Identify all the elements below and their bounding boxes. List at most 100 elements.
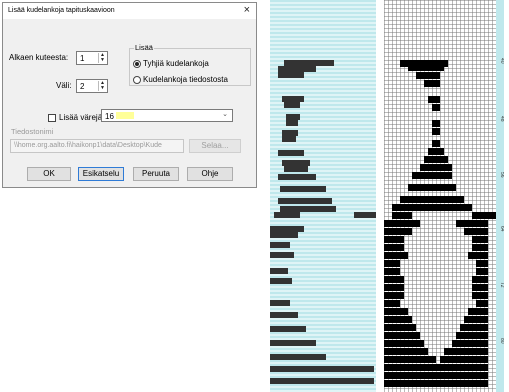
liftplan-row (384, 356, 436, 363)
weave-liftplan-right[interactable]: 40 48 56 64 72 80 (384, 0, 504, 392)
axis-tick-label: 80 (499, 338, 504, 344)
interval-value[interactable]: 2 (80, 82, 84, 91)
liftplan-row (416, 72, 440, 79)
liftplan-row (384, 236, 404, 243)
weft-pattern-bar (280, 186, 326, 192)
axis-tick-label: 40 (499, 58, 504, 64)
liftplan-row (384, 276, 404, 283)
weft-pattern-bar (282, 96, 304, 102)
liftplan-row (384, 372, 488, 379)
start-weft-value[interactable]: 1 (80, 54, 84, 63)
axis-tick-label: 72 (499, 282, 504, 288)
weft-pattern-bar (270, 252, 294, 258)
liftplan-row (480, 212, 496, 219)
dialog-titlebar: Lisää kudelankoja tapituskaavioon × (3, 3, 256, 19)
chevron-down-icon[interactable]: ⌄ (222, 110, 228, 118)
liftplan-row (432, 104, 440, 111)
weft-pattern-bar (270, 268, 288, 274)
weft-pattern-bar (282, 130, 298, 136)
weft-pattern-bar (284, 102, 300, 108)
add-colors-label[interactable]: Lisää värejä (59, 113, 102, 122)
liftplan-row (472, 292, 488, 299)
axis-tick-label: 48 (499, 116, 504, 122)
liftplan-row (420, 164, 452, 171)
liftplan-row (384, 348, 428, 355)
browse-button[interactable]: Selaa... (189, 139, 241, 153)
file-path-field[interactable]: \\home.org.aalto.fi\haikonp1\data\Deskto… (10, 139, 184, 153)
liftplan-row (384, 220, 420, 227)
weft-pattern-bar (282, 160, 310, 166)
add-colors-checkbox[interactable] (48, 114, 56, 122)
liftplan-row (392, 204, 472, 211)
liftplan-row (408, 184, 456, 191)
cancel-button[interactable]: Peruuta (133, 167, 179, 181)
radio-empty-wefts[interactable] (133, 60, 141, 68)
axis-tick-label: 64 (499, 226, 504, 232)
add-group-legend: Lisää (134, 43, 154, 52)
liftplan-row (472, 276, 488, 283)
weft-pattern-bar (278, 72, 304, 78)
radio-empty-wefts-label[interactable]: Tyhjiä kudelankoja (143, 59, 209, 68)
radio-wefts-from-file-label[interactable]: Kudelankoja tiedostosta (143, 75, 228, 84)
liftplan-row (472, 284, 488, 291)
weft-pattern-bar (274, 212, 300, 218)
start-weft-label: Alkaen kuteesta: (9, 53, 69, 62)
liftplan-row (472, 236, 488, 243)
liftplan-row (392, 212, 412, 219)
liftplan-row (384, 252, 408, 259)
liftplan-row (384, 284, 404, 291)
liftplan-row (468, 308, 488, 315)
liftplan-row (452, 340, 488, 347)
spin-down-icon[interactable]: ▼ (99, 86, 106, 91)
liftplan-row (384, 308, 408, 315)
liftplan-row (412, 172, 452, 179)
interval-label: Väli: (56, 81, 72, 90)
weft-pattern-bar (278, 150, 304, 156)
liftplan-row (384, 292, 404, 299)
weave-drawdown-left[interactable] (270, 0, 380, 392)
start-weft-spinner[interactable]: 1 ▲ ▼ (76, 51, 108, 65)
liftplan-row (432, 128, 440, 135)
ok-button[interactable]: OK (27, 167, 71, 181)
weft-pattern-bar (270, 378, 374, 384)
liftplan-row (460, 324, 488, 331)
weft-pattern-bar (278, 174, 316, 180)
liftplan-row (400, 196, 464, 203)
liftplan-row (472, 244, 488, 251)
liftplan-row (456, 332, 488, 339)
liftplan-row (384, 300, 400, 307)
close-icon[interactable]: × (244, 4, 250, 16)
colors-dropdown[interactable]: 16 ⌄ (101, 109, 233, 122)
radio-wefts-from-file[interactable] (133, 76, 141, 84)
weft-pattern-bar (270, 326, 306, 332)
liftplan-row (408, 64, 444, 71)
liftplan-row (384, 380, 488, 387)
spinner-arrows[interactable]: ▲ ▼ (98, 53, 106, 63)
liftplan-row (424, 156, 448, 163)
weft-pattern-bar (270, 226, 304, 232)
spin-down-icon[interactable]: ▼ (99, 58, 106, 63)
dialog-title: Lisää kudelankoja tapituskaavioon (8, 7, 115, 14)
liftplan-row (476, 300, 488, 307)
weft-pattern-bar (284, 166, 308, 172)
help-button[interactable]: Ohje (187, 167, 233, 181)
weft-pattern-bar (286, 120, 298, 126)
drawdown-edge (376, 0, 380, 392)
liftplan-row (384, 340, 424, 347)
liftplan-row (384, 228, 412, 235)
liftplan-row (432, 140, 440, 147)
liftplan-row (432, 120, 440, 127)
liftplan-row (476, 260, 488, 267)
liftplan-row (444, 348, 488, 355)
liftplan-row (384, 260, 400, 267)
weft-pattern-bar (270, 340, 316, 346)
liftplan-row (384, 244, 404, 251)
liftplan-row (424, 80, 440, 87)
weft-pattern-bar (270, 278, 292, 284)
preview-button[interactable]: Esikatselu (78, 167, 124, 181)
liftplan-row (384, 332, 420, 339)
spinner-arrows[interactable]: ▲ ▼ (98, 81, 106, 91)
weft-pattern-bar (280, 206, 336, 212)
interval-spinner[interactable]: 2 ▲ ▼ (76, 79, 108, 93)
liftplan-row (464, 316, 488, 323)
